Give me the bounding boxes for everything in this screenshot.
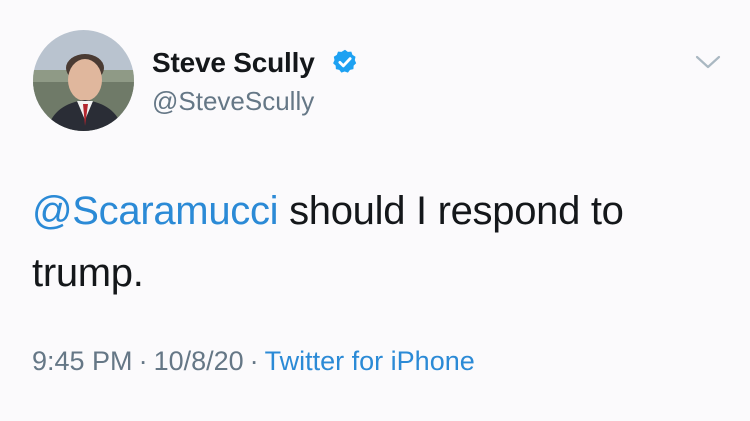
- tweet-date: 10/8/20: [153, 346, 244, 376]
- meta-separator: ·: [249, 346, 259, 376]
- source-link[interactable]: Twitter for iPhone: [265, 346, 475, 376]
- meta-separator: ·: [138, 346, 148, 376]
- tweet-time: 9:45 PM: [32, 346, 133, 376]
- mention-link[interactable]: @Scaramucci: [32, 189, 279, 233]
- chevron-down-icon[interactable]: [694, 52, 722, 72]
- user-handle[interactable]: @SteveScully: [152, 86, 314, 117]
- avatar[interactable]: [33, 30, 134, 131]
- tweet-card[interactable]: Steve Scully @SteveScully @Scaramucci sh…: [0, 0, 750, 421]
- avatar-photo: [33, 30, 134, 131]
- display-name[interactable]: Steve Scully: [152, 47, 315, 79]
- tweet-text: @Scaramucci should I respond to trump.: [32, 180, 712, 304]
- tweet-meta: 9:45 PM · 10/8/20 · Twitter for iPhone: [32, 346, 475, 377]
- verified-badge-icon: [333, 49, 357, 73]
